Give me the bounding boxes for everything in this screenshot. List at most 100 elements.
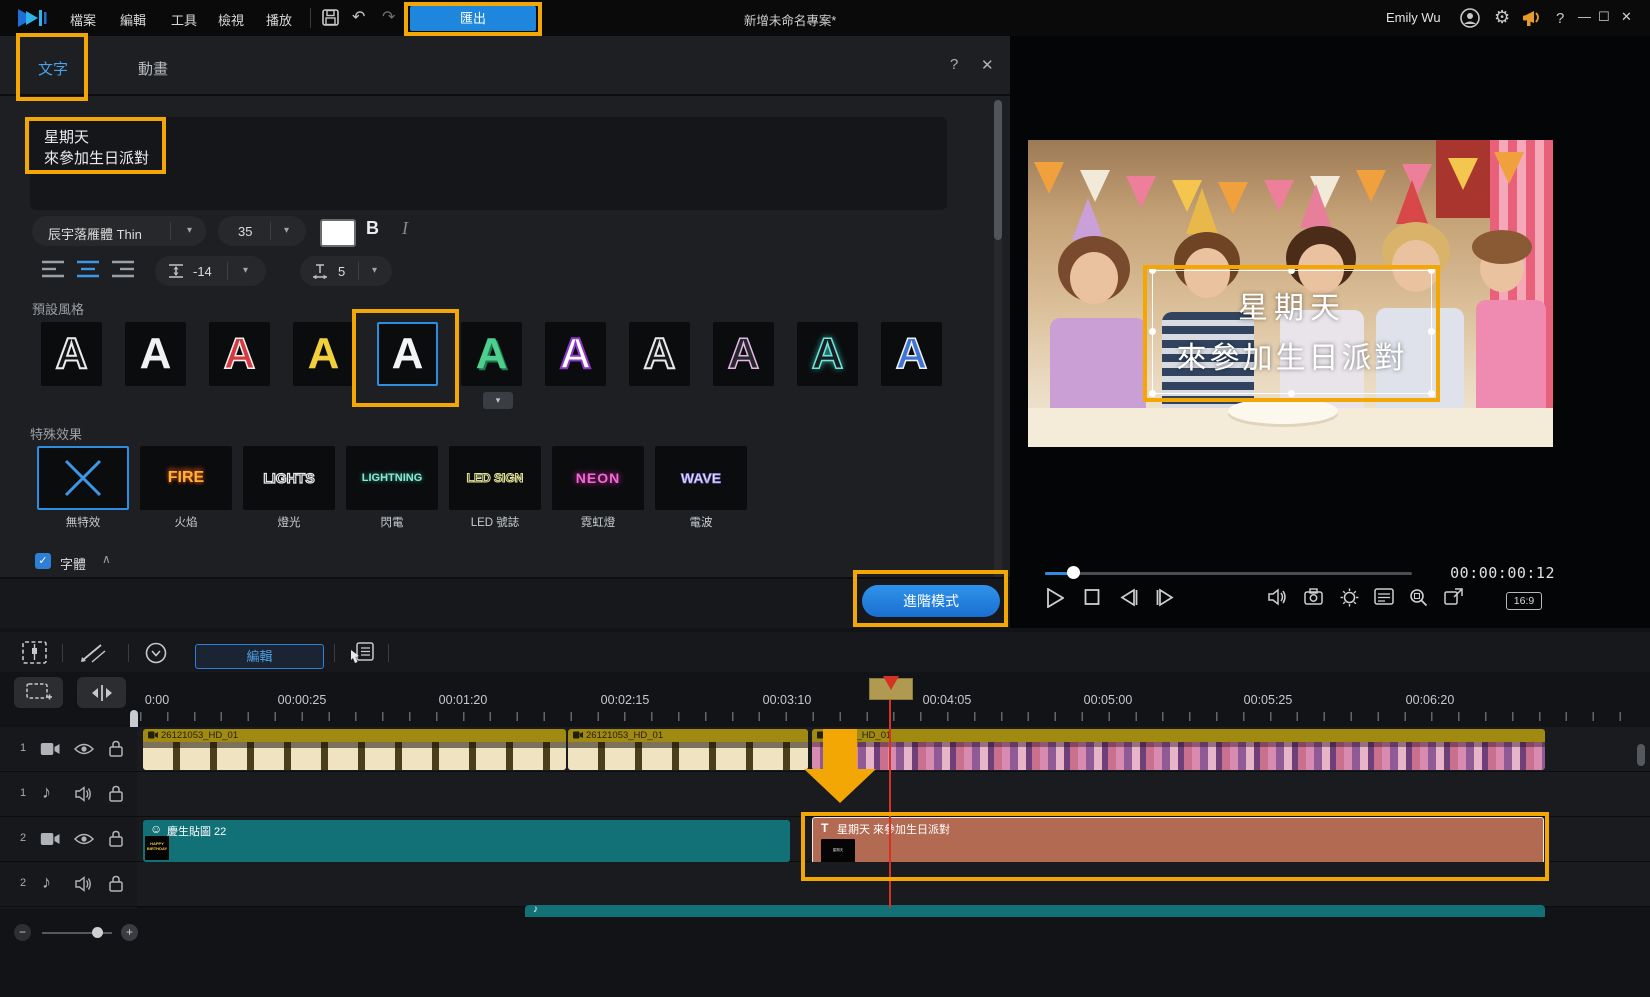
preset-style-cyan-glow[interactable]: A bbox=[797, 322, 858, 386]
selection-handle[interactable] bbox=[1428, 328, 1435, 335]
font-size-select[interactable]: 35 ▾ bbox=[218, 216, 306, 246]
save-icon[interactable] bbox=[322, 9, 339, 26]
preset-style-white[interactable]: A bbox=[125, 322, 186, 386]
music-clip-partial[interactable]: ♪ bbox=[525, 905, 1545, 917]
promotion-megaphone-icon[interactable] bbox=[1522, 9, 1544, 27]
menu-file[interactable]: 檔案 bbox=[70, 10, 96, 29]
timeline-vertical-scrollbar[interactable] bbox=[1637, 744, 1645, 766]
preset-style-outline-black[interactable]: A bbox=[41, 322, 102, 386]
tab-text[interactable]: 文字 bbox=[38, 58, 68, 79]
seek-bar[interactable] bbox=[1045, 572, 1412, 575]
panel-scrollbar[interactable] bbox=[994, 100, 1002, 606]
account-avatar-icon[interactable] bbox=[1460, 8, 1480, 28]
next-frame-button[interactable] bbox=[1156, 588, 1174, 607]
panel-close-icon[interactable]: ✕ bbox=[981, 56, 994, 74]
preset-style-pink-outline[interactable]: A bbox=[713, 322, 774, 386]
maximize-button[interactable]: ☐ bbox=[1598, 9, 1610, 25]
close-window-button[interactable]: ✕ bbox=[1621, 9, 1632, 25]
align-left-icon[interactable] bbox=[42, 260, 64, 278]
line-spacing-control[interactable]: -14 ▾ bbox=[155, 256, 266, 286]
tab-animation[interactable]: 動畫 bbox=[138, 58, 168, 79]
track-visibility-eye-icon[interactable] bbox=[74, 742, 94, 756]
split-clip-button[interactable] bbox=[77, 677, 126, 708]
selection-handle[interactable] bbox=[1149, 328, 1156, 335]
add-track-button[interactable] bbox=[14, 677, 63, 708]
help-icon[interactable]: ? bbox=[1556, 9, 1564, 29]
selection-handle[interactable] bbox=[1428, 390, 1435, 397]
timeline-zoom-in-button[interactable]: + bbox=[121, 924, 138, 941]
playhead-pin[interactable] bbox=[883, 676, 899, 690]
playhead-line[interactable] bbox=[889, 678, 891, 908]
timeline-zoom-out-button[interactable]: − bbox=[14, 924, 31, 941]
panel-help-icon[interactable]: ? bbox=[950, 56, 958, 73]
effect-wave[interactable]: WAVE bbox=[655, 446, 747, 510]
selection-handle[interactable] bbox=[1288, 390, 1295, 397]
preset-style-yellow[interactable]: A bbox=[293, 322, 354, 386]
preset-expand-button[interactable]: ▾ bbox=[483, 392, 513, 409]
snapshot-camera-icon[interactable] bbox=[1304, 588, 1323, 605]
marker-list-icon[interactable] bbox=[1374, 588, 1394, 605]
effect-neon[interactable]: NEON bbox=[552, 446, 644, 510]
selection-handle[interactable] bbox=[1149, 267, 1156, 274]
preview-video[interactable]: 星期天 來參加生日派對 bbox=[1028, 140, 1553, 447]
export-button[interactable]: 匯出 bbox=[410, 6, 536, 31]
settings-gear-icon[interactable]: ⚙ bbox=[1494, 7, 1510, 27]
collapse-chevron-icon[interactable]: ∧ bbox=[102, 552, 111, 566]
preset-style-red[interactable]: A bbox=[209, 322, 270, 386]
selection-handle[interactable] bbox=[1428, 267, 1435, 274]
seek-bar-handle[interactable] bbox=[1067, 566, 1080, 579]
sticker-clip[interactable]: ☺ 慶生貼圖 22 HAPPY BIRTHDAY bbox=[143, 820, 790, 862]
track-lock-icon[interactable] bbox=[109, 740, 123, 757]
effect-none[interactable] bbox=[37, 446, 129, 510]
preset-style-white-outline[interactable]: A bbox=[629, 322, 690, 386]
font-color-swatch[interactable] bbox=[320, 219, 356, 247]
track-mute-speaker-icon[interactable] bbox=[75, 786, 93, 802]
effect-lights[interactable]: LIGHTS bbox=[243, 446, 335, 510]
text-content-input[interactable]: 星期天 來參加生日派對 bbox=[30, 117, 947, 210]
bold-button[interactable]: B bbox=[366, 218, 379, 239]
preset-style-blue-gradient[interactable]: A bbox=[881, 322, 942, 386]
menu-tools[interactable]: 工具 bbox=[171, 10, 197, 29]
zoom-preview-icon[interactable] bbox=[1409, 588, 1428, 607]
italic-button[interactable]: I bbox=[402, 218, 408, 239]
preset-style-purple-outline[interactable]: A bbox=[545, 322, 606, 386]
undo-icon[interactable]: ↶ bbox=[352, 8, 365, 28]
effect-fire[interactable]: FIRE bbox=[140, 446, 232, 510]
timeline-zoom-handle[interactable] bbox=[92, 927, 103, 938]
volume-icon[interactable] bbox=[1268, 588, 1288, 606]
track-lock-icon[interactable] bbox=[109, 875, 123, 892]
detach-window-icon[interactable] bbox=[1444, 588, 1463, 605]
track-lock-icon[interactable] bbox=[109, 830, 123, 847]
user-name[interactable]: Emily Wu bbox=[1386, 10, 1441, 25]
track-visibility-eye-icon[interactable] bbox=[74, 832, 94, 846]
selection-handle[interactable] bbox=[1288, 267, 1295, 274]
track-manager-icon[interactable] bbox=[22, 641, 47, 664]
video-clip[interactable]: 26121053_HD_01 bbox=[143, 729, 566, 770]
redo-icon[interactable]: ↷ bbox=[382, 8, 395, 28]
minimize-button[interactable]: — bbox=[1578, 9, 1591, 24]
selection-handle[interactable] bbox=[1149, 390, 1156, 397]
menu-view[interactable]: 檢視 bbox=[218, 10, 244, 29]
text-overlay-selection[interactable]: 星期天 來參加生日派對 bbox=[1152, 270, 1432, 394]
track-lock-icon[interactable] bbox=[109, 785, 123, 802]
context-menu-cursor-icon[interactable] bbox=[350, 642, 374, 664]
timeline-edit-button[interactable]: 編輯 bbox=[195, 644, 324, 669]
align-right-icon[interactable] bbox=[112, 260, 134, 278]
font-family-select[interactable]: 辰宇落雁體 Thin ▾ bbox=[32, 216, 206, 246]
timeline-ruler[interactable] bbox=[140, 712, 1645, 721]
razor-tool-icon[interactable] bbox=[80, 642, 106, 663]
record-timer-icon[interactable] bbox=[145, 642, 167, 664]
preset-style-selected[interactable]: A bbox=[377, 322, 438, 386]
aspect-ratio-badge[interactable]: 16:9 bbox=[1506, 592, 1542, 610]
stop-button[interactable] bbox=[1084, 588, 1100, 606]
play-button[interactable] bbox=[1046, 588, 1064, 608]
effect-lightning[interactable]: LIGHTNING bbox=[346, 446, 438, 510]
preset-style-green[interactable]: A bbox=[461, 322, 522, 386]
align-center-icon[interactable] bbox=[77, 260, 99, 278]
menu-edit[interactable]: 編輯 bbox=[120, 10, 146, 29]
letter-spacing-control[interactable]: 5 ▾ bbox=[300, 256, 392, 286]
video-clip[interactable]: 13926_HD_01 bbox=[812, 729, 1545, 770]
font-group-checkbox[interactable]: ✓ bbox=[35, 553, 51, 569]
advanced-mode-button[interactable]: 進階模式 bbox=[862, 585, 1000, 617]
effect-led-sign[interactable]: LED SIGN bbox=[449, 446, 541, 510]
